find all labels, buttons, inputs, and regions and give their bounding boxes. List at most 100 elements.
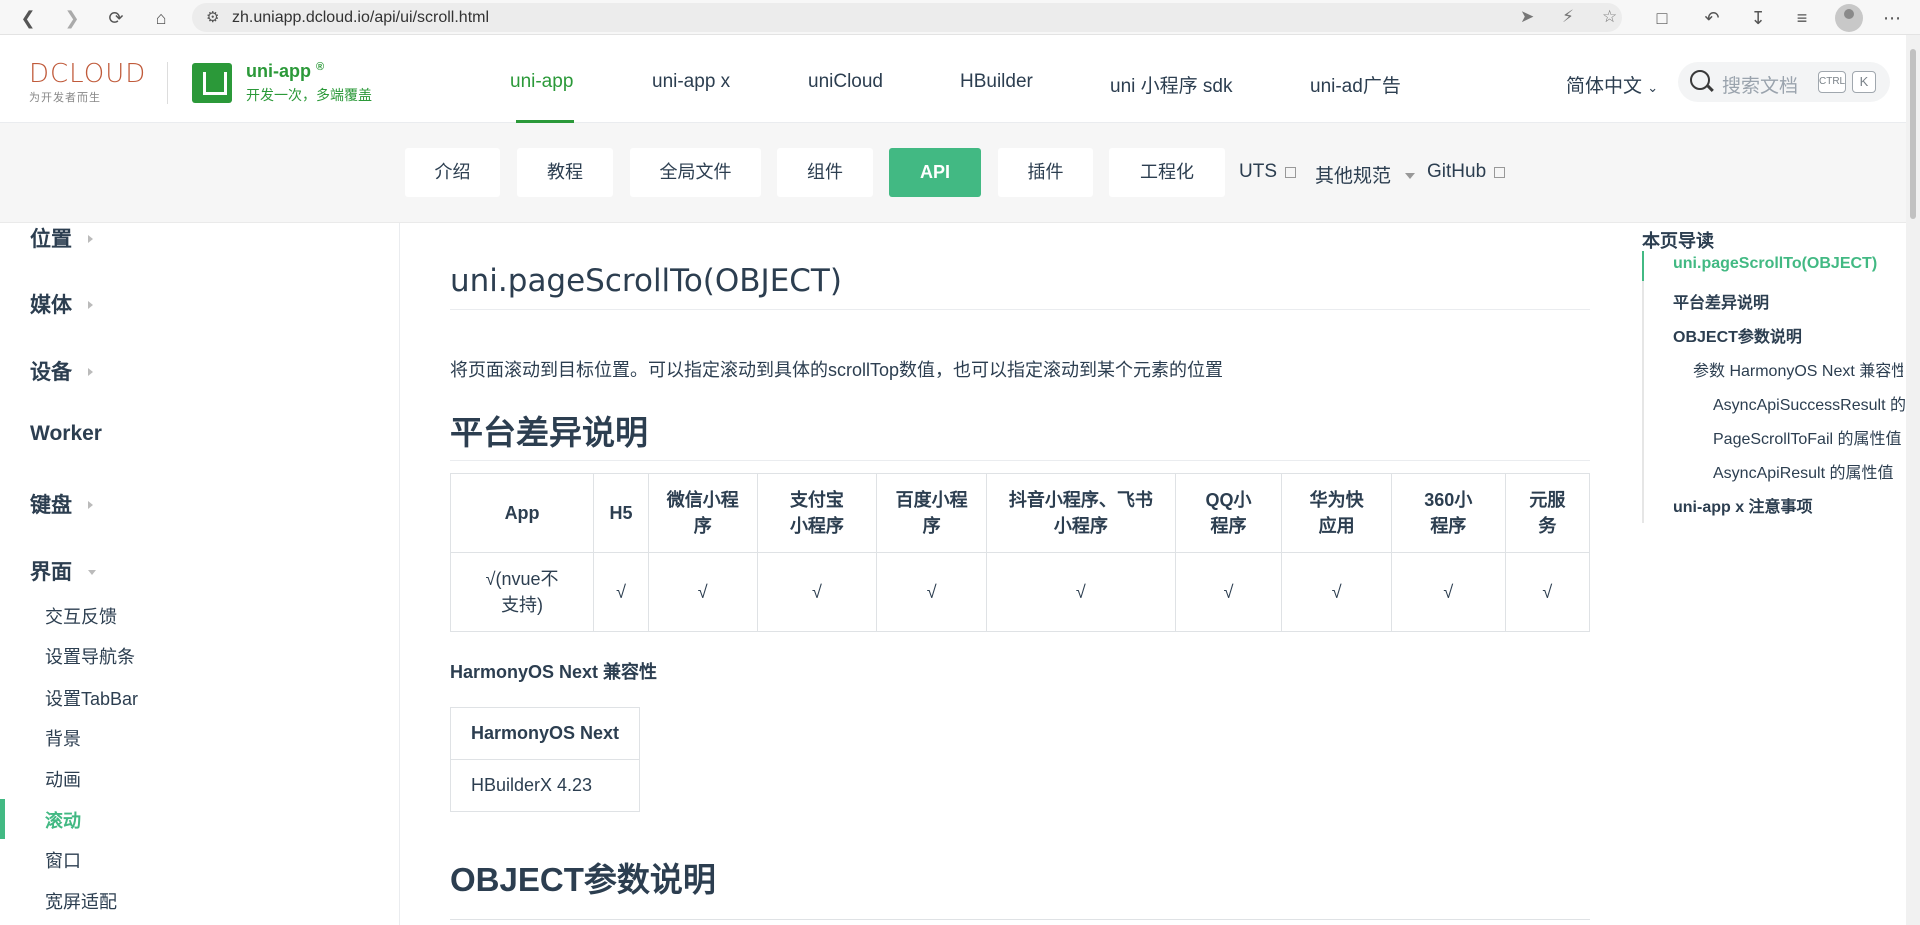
address-bar[interactable]: ⚙ zh.uniapp.dcloud.io/api/ui/scroll.html… (192, 3, 1622, 32)
page-title: uni.pageScrollTo(OBJECT) (450, 263, 1590, 310)
sidebar-group-keyboard[interactable]: 键盘 (30, 489, 93, 519)
extensions-icon[interactable]: □ (1648, 4, 1676, 32)
subnav-api[interactable]: API (889, 148, 981, 197)
sidebar-group-label: 键盘 (30, 494, 72, 517)
sidebar-group-label: 界面 (30, 561, 72, 584)
table-cell: √ (1281, 552, 1392, 632)
toc-item-fail-result[interactable]: PageScrollToFail 的属性值 (1713, 425, 1909, 449)
scrollbar-thumb[interactable] (1910, 49, 1916, 219)
sidebar-active-indicator (0, 799, 5, 839)
table-header-cell: 微信小程序 (647, 473, 758, 553)
toc-active-indicator (1642, 251, 1644, 281)
sidebar-item-scroll[interactable]: 滚动 (45, 807, 81, 833)
sidebar-group-worker[interactable]: Worker (30, 422, 102, 446)
history-icon[interactable]: ↶ (1698, 4, 1726, 32)
chevron-down-icon (88, 570, 96, 575)
dcloud-logo-text: DCLOUD (29, 59, 147, 89)
sidebar-group-media[interactable]: 媒体 (30, 289, 93, 319)
sidebar-group-label: 位置 (30, 228, 72, 251)
kbd-k: K (1852, 71, 1876, 93)
table-cell: √ (593, 552, 649, 632)
table-header-cell: 百度小程序 (876, 473, 987, 553)
subnav-plugins[interactable]: 插件 (998, 148, 1093, 197)
params-table-top (450, 919, 1590, 925)
table-header-cell: App (449, 473, 595, 553)
page-scrollbar[interactable] (1906, 35, 1920, 925)
toc-item-async-result[interactable]: AsyncApiResult 的属性值 (1713, 459, 1909, 483)
reading-list-icon[interactable]: ≡ (1788, 4, 1816, 32)
toc-title: 本页导读 (1642, 231, 1714, 251)
chevron-right-icon (88, 368, 93, 376)
chevron-right-icon (88, 501, 93, 509)
toc-item-success-result[interactable]: AsyncApiSuccessResult 的属性值 (1713, 391, 1909, 415)
registered-mark: ® (316, 61, 325, 73)
subnav-uts[interactable]: UTS (1239, 161, 1296, 183)
nav-uni-app-x[interactable]: uni-app x (652, 71, 730, 93)
table-cell: √ (985, 552, 1176, 632)
heading-platform-diff: 平台差异说明 (450, 406, 1590, 461)
toc-item-object-params[interactable]: OBJECT参数说明 (1673, 323, 1920, 347)
table-row: HBuilderX 4.23 (449, 759, 641, 812)
table-header-cell: QQ小程序 (1174, 473, 1283, 553)
sidebar-group-ui[interactable]: 界面 (30, 556, 96, 586)
subnav-tutorial[interactable]: 教程 (517, 148, 613, 197)
subnav-intro[interactable]: 介绍 (405, 148, 500, 197)
sidebar-group-location[interactable]: 位置 (30, 223, 93, 253)
nav-unicloud[interactable]: uniCloud (808, 71, 883, 93)
sidebar-item-window[interactable]: 窗口 (45, 847, 81, 873)
subnav-components[interactable]: 组件 (777, 148, 873, 197)
toc-track (1642, 251, 1644, 523)
toc-item-harmony-params[interactable]: 参数 HarmonyOS Next 兼容性 (1693, 357, 1903, 381)
toc-item-platform-diff[interactable]: 平台差异说明 (1673, 289, 1920, 313)
heading-object-params: OBJECT参数说明 (450, 861, 716, 898)
sidebar-item-widescreen[interactable]: 宽屏适配 (45, 888, 117, 914)
forward-icon[interactable]: ❯ (58, 4, 86, 32)
uni-app-name-text: uni-app (246, 61, 311, 81)
uni-app-logo[interactable] (192, 63, 232, 103)
nav-uni-sdk[interactable]: uni 小程序 sdk (1110, 71, 1232, 98)
home-icon[interactable]: ⌂ (147, 4, 175, 32)
uni-app-slogan: 开发一次，多端覆盖 (246, 87, 372, 103)
search-input[interactable]: 搜索文档 CTRL K (1678, 62, 1890, 102)
toc-item-pagescrollto[interactable]: uni.pageScrollTo(OBJECT) (1673, 255, 1920, 273)
table-header-cell: H5 (593, 473, 649, 553)
table-header-cell: 支付宝小程序 (756, 473, 878, 553)
sidebar-item-feedback[interactable]: 交互反馈 (45, 603, 117, 629)
table-cell: √ (876, 552, 987, 632)
dcloud-logo[interactable]: DCLOUD (29, 59, 146, 89)
nav-uni-app[interactable]: uni-app (510, 71, 573, 93)
sidebar-item-navbar[interactable]: 设置导航条 (45, 643, 135, 669)
table-header-row: App H5 微信小程序 支付宝小程序 百度小程序 抖音小程序、飞书小程序 QQ… (449, 473, 1591, 553)
table-cell: √(nvue不支持) (449, 552, 595, 632)
bolt-icon[interactable]: ⚡ (1562, 7, 1574, 27)
favorite-star-icon[interactable]: ☆ (1602, 7, 1617, 27)
sidebar-item-animation[interactable]: 动画 (45, 766, 81, 792)
subnav-other-specs[interactable]: 其他规范 (1315, 161, 1416, 188)
back-icon[interactable]: ❮ (14, 4, 42, 32)
table-cell: √ (647, 552, 758, 632)
search-icon (1690, 70, 1710, 90)
subnav-global-files[interactable]: 全局文件 (630, 148, 761, 197)
site-info-icon[interactable]: ⚙ (206, 8, 219, 26)
toc-item-uniapp-x-notes[interactable]: uni-app x 注意事项 (1673, 493, 1920, 517)
refresh-icon[interactable]: ⟳ (102, 4, 130, 32)
download-icon[interactable]: ↧ (1744, 4, 1772, 32)
site-header: DCLOUD 为开发者而生 uni-app ® 开发一次，多端覆盖 uni-ap… (0, 35, 1906, 123)
language-label: 简体中文 (1566, 76, 1643, 97)
sidebar-item-tabbar[interactable]: 设置TabBar (45, 685, 138, 711)
nav-uni-ad[interactable]: uni-ad广告 (1310, 71, 1401, 98)
search-placeholder: 搜索文档 (1722, 76, 1799, 97)
share-icon[interactable]: ➤ (1520, 7, 1534, 27)
table-cell: √ (756, 552, 878, 632)
sub-navigation: 介绍 教程 全局文件 组件 API 插件 工程化 UTS 其他规范 GitHub (0, 123, 1906, 223)
uni-app-name[interactable]: uni-app ® (246, 61, 324, 82)
table-header-row: HarmonyOS Next (449, 707, 641, 760)
nav-hbuilder[interactable]: HBuilder (960, 71, 1033, 93)
more-menu-icon[interactable]: ⋯ (1878, 4, 1906, 32)
subnav-github[interactable]: GitHub (1427, 161, 1506, 183)
sidebar-item-background[interactable]: 背景 (45, 725, 81, 751)
sidebar-group-device[interactable]: 设备 (30, 356, 93, 386)
language-select[interactable]: 简体中文 ⌄ (1566, 71, 1658, 98)
profile-avatar[interactable] (1835, 4, 1863, 32)
subnav-engineering[interactable]: 工程化 (1109, 148, 1225, 197)
